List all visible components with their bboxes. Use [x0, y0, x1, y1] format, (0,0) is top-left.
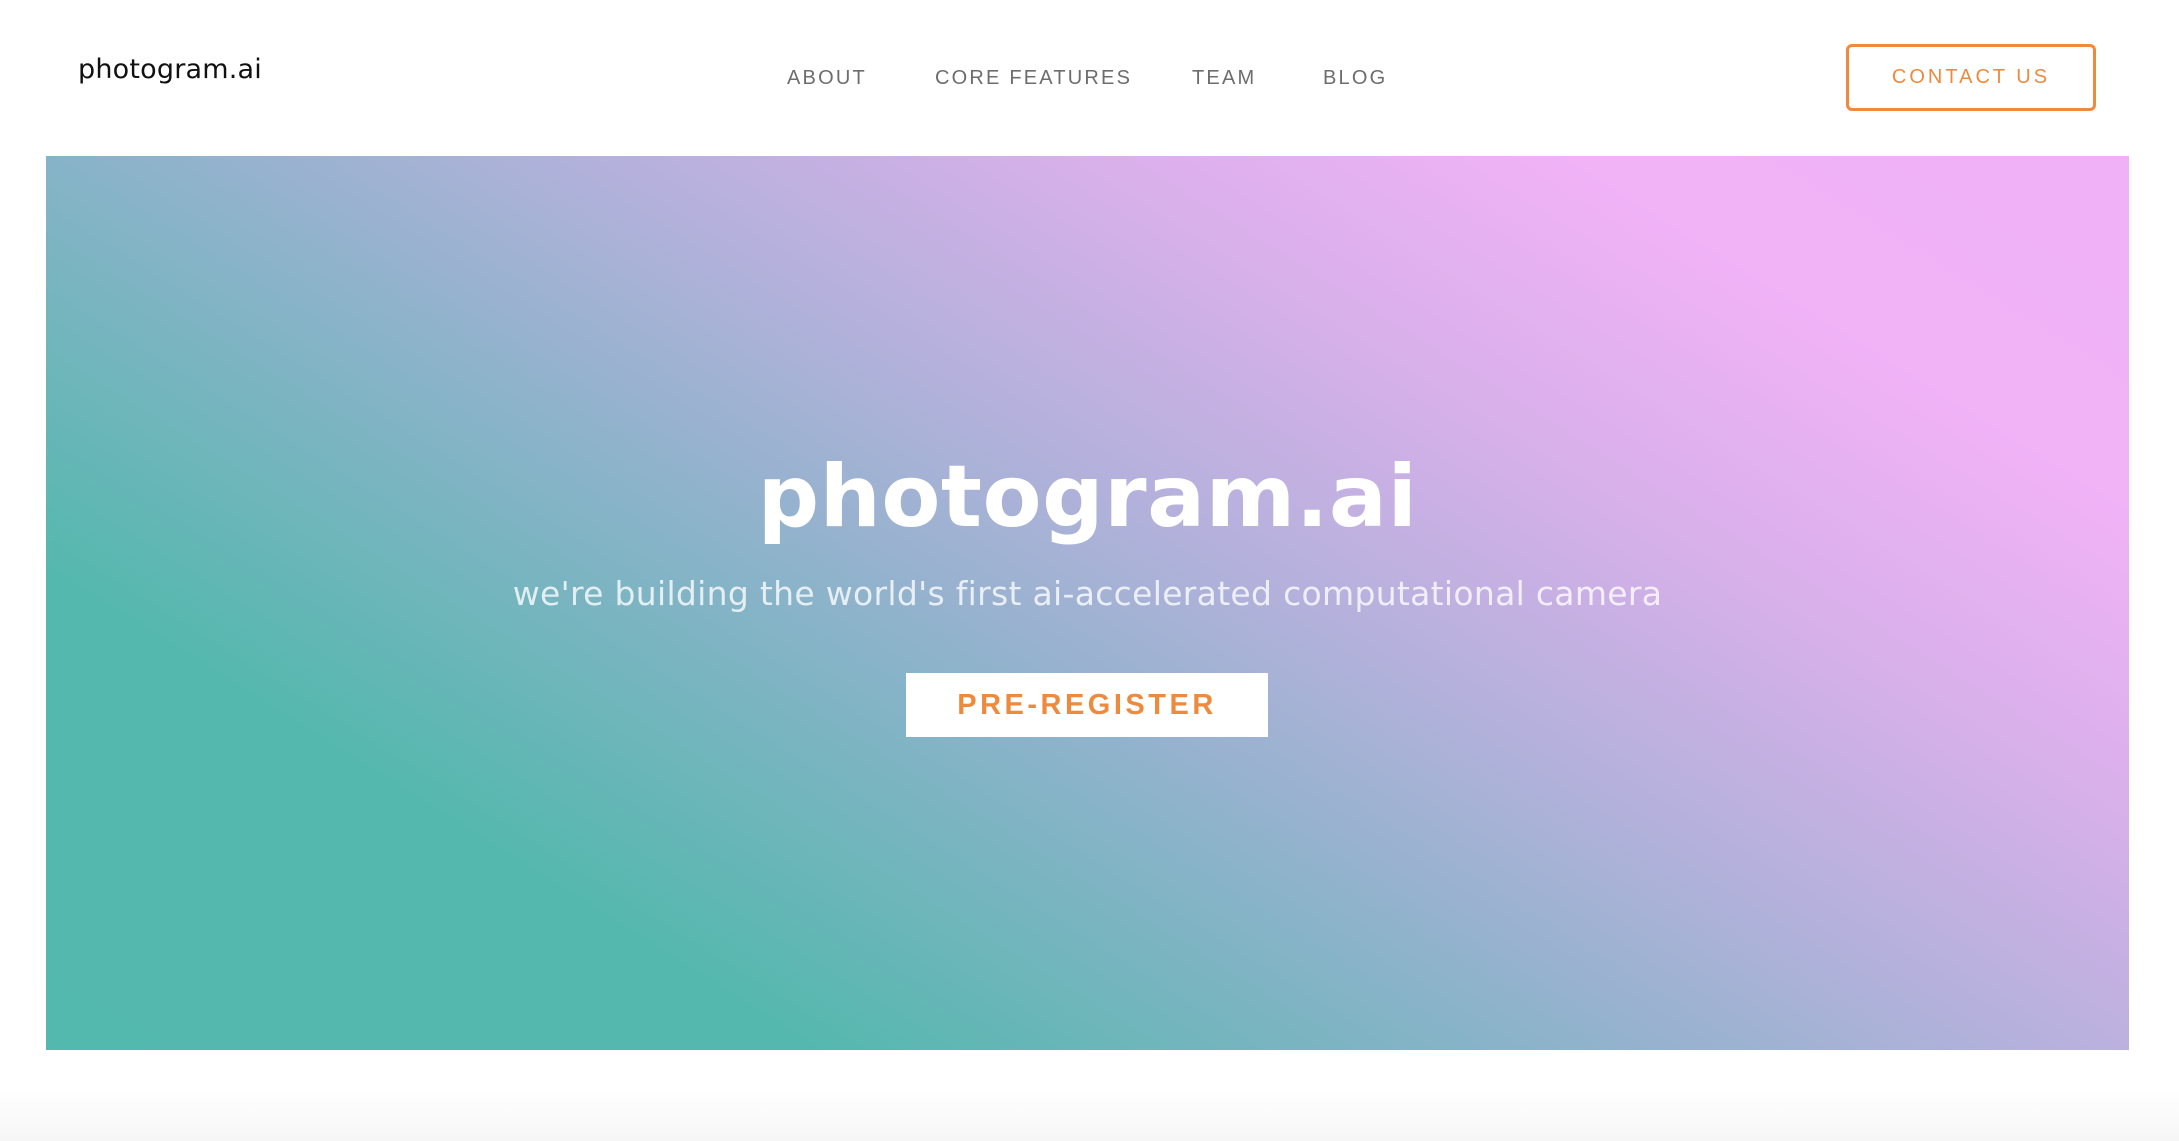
nav-link-team[interactable]: TEAM — [1192, 66, 1256, 90]
nav-link-blog[interactable]: BLOG — [1323, 66, 1387, 90]
page: photogram.ai ABOUT CORE FEATURES TEAM BL… — [0, 0, 2179, 1141]
nav-link-about[interactable]: ABOUT — [787, 66, 867, 90]
contact-us-button[interactable]: CONTACT US — [1846, 44, 2096, 111]
hero-subtitle: we're building the world's first ai-acce… — [512, 574, 1663, 613]
site-header: photogram.ai ABOUT CORE FEATURES TEAM BL… — [0, 0, 2179, 155]
nav-link-core-features[interactable]: CORE FEATURES — [935, 66, 1132, 90]
hero-title: photogram.ai — [757, 447, 1418, 547]
pre-register-button[interactable]: PRE-REGISTER — [906, 673, 1268, 737]
hero-banner: photogram.ai we're building the world's … — [46, 156, 2129, 1050]
section-divider — [0, 1090, 2179, 1141]
